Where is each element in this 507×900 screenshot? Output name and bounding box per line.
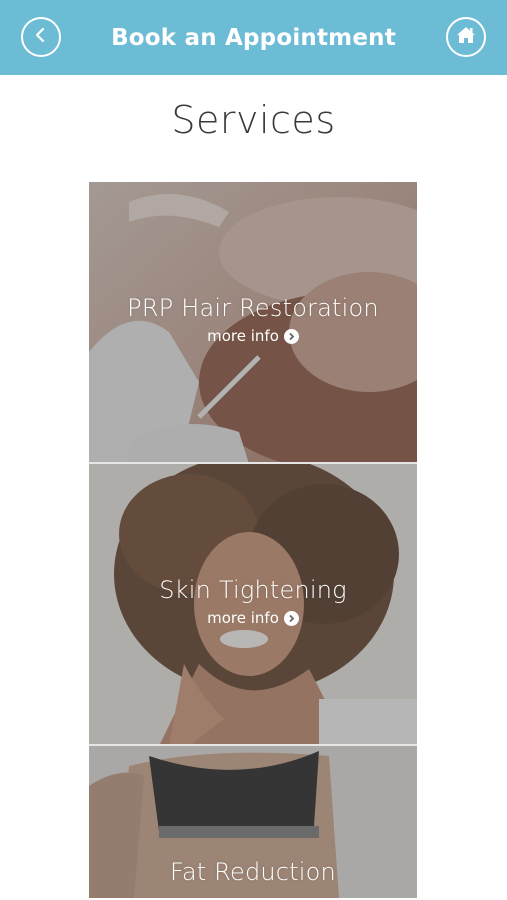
back-button[interactable] [21, 17, 61, 57]
service-title: Fat Reduction [170, 858, 336, 886]
service-title: Skin Tightening [159, 576, 347, 604]
services-list: PRP Hair Restoration more info Skin Tigh… [89, 182, 417, 898]
home-button[interactable] [446, 17, 486, 57]
service-card-prp-hair-restoration[interactable]: PRP Hair Restoration more info [89, 182, 417, 464]
home-icon [455, 24, 477, 50]
service-title: PRP Hair Restoration [127, 294, 379, 322]
chevron-right-circle-icon [283, 328, 299, 344]
chevron-right-circle-icon [283, 610, 299, 626]
more-info-label: more info [207, 327, 279, 345]
header-title: Book an Appointment [111, 24, 396, 51]
app-header: Book an Appointment [0, 0, 507, 75]
service-card-skin-tightening[interactable]: Skin Tightening more info [89, 464, 417, 746]
more-info-link[interactable]: more info [207, 609, 299, 627]
more-info-label: more info [207, 609, 279, 627]
page-title: Services [171, 98, 336, 142]
more-info-link[interactable]: more info [207, 327, 299, 345]
service-card-fat-reduction[interactable]: Fat Reduction [89, 746, 417, 898]
chevron-left-icon [32, 26, 50, 48]
